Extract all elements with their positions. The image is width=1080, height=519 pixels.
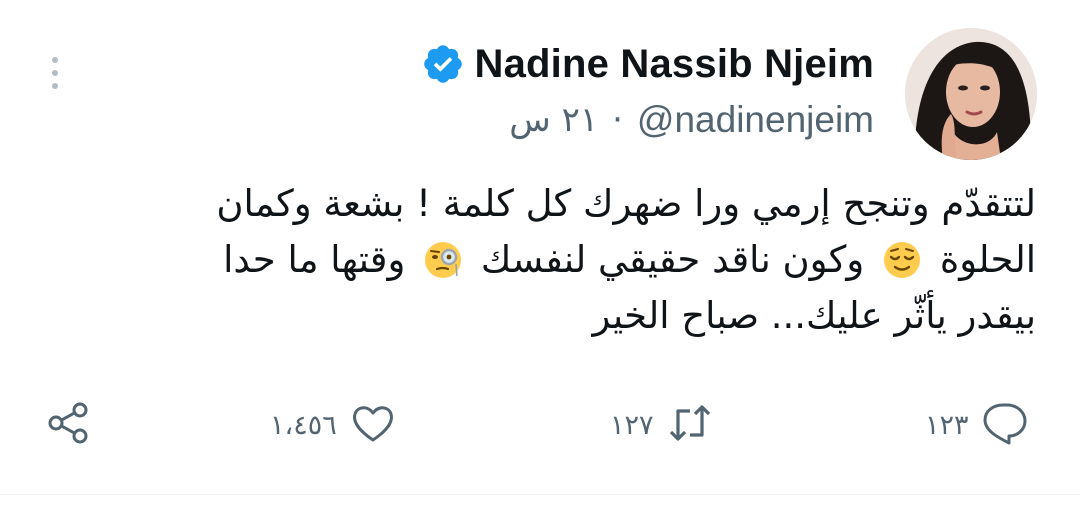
share-icon xyxy=(44,399,92,451)
like-button[interactable]: ١،٤٥٦ xyxy=(270,395,397,455)
reply-count: ١٢٣ xyxy=(925,409,969,441)
reply-icon xyxy=(981,399,1029,451)
face-with-monocle-emoji xyxy=(423,240,463,280)
author-display-name[interactable]: Nadine Nassib Njeim xyxy=(475,42,874,87)
tweet-text-line-3: بيقدر يأثّر عليك... صباح الخير xyxy=(592,294,1036,337)
reply-button[interactable]: ١٢٣ xyxy=(925,395,1029,455)
author-handle[interactable]: @nadinenjeim xyxy=(637,99,874,141)
more-vertical-icon[interactable] xyxy=(38,52,72,94)
tweet-card[interactable]: Nadine Nassib Njeim ٢١ س · @nadinenjeim … xyxy=(0,0,1080,519)
tweet-actions-bar: ١،٤٥٦ ١٢٧ ١٢٣ xyxy=(0,395,1080,455)
tweet-text-line-2-part-3: وقتها ما حدا xyxy=(223,238,406,281)
avatar[interactable] xyxy=(905,28,1037,160)
verified-badge-icon xyxy=(421,42,465,86)
tweet-text-line-2: الحلوة وكون ناقد حقيقي لنفسك وقتها ما حد… xyxy=(136,232,1036,288)
divider xyxy=(0,494,1080,495)
retweet-count: ١٢٧ xyxy=(610,409,654,441)
relieved-face-emoji xyxy=(882,240,922,280)
tweet-meta: ٢١ س · @nadinenjeim xyxy=(509,96,874,144)
heart-icon xyxy=(349,399,397,451)
retweet-icon xyxy=(666,399,714,451)
tweet-text-line-2-part-1: الحلوة xyxy=(939,238,1036,281)
tweet-text: لتتقدّم وتنجح إرمي ورا ضهرك كل كلمة ! بش… xyxy=(136,176,1036,344)
tweet-text-line-2-part-2: وكون ناقد حقيقي لنفسك xyxy=(480,238,865,281)
like-count: ١،٤٥٦ xyxy=(270,409,337,441)
retweet-button[interactable]: ١٢٧ xyxy=(610,395,714,455)
tweet-timestamp[interactable]: ٢١ س xyxy=(509,100,598,140)
share-button[interactable] xyxy=(44,395,92,455)
author-name-row[interactable]: Nadine Nassib Njeim xyxy=(421,38,874,90)
meta-separator: · xyxy=(612,100,623,140)
tweet-text-line-1: لتتقدّم وتنجح إرمي ورا ضهرك كل كلمة ! بش… xyxy=(216,182,1036,225)
